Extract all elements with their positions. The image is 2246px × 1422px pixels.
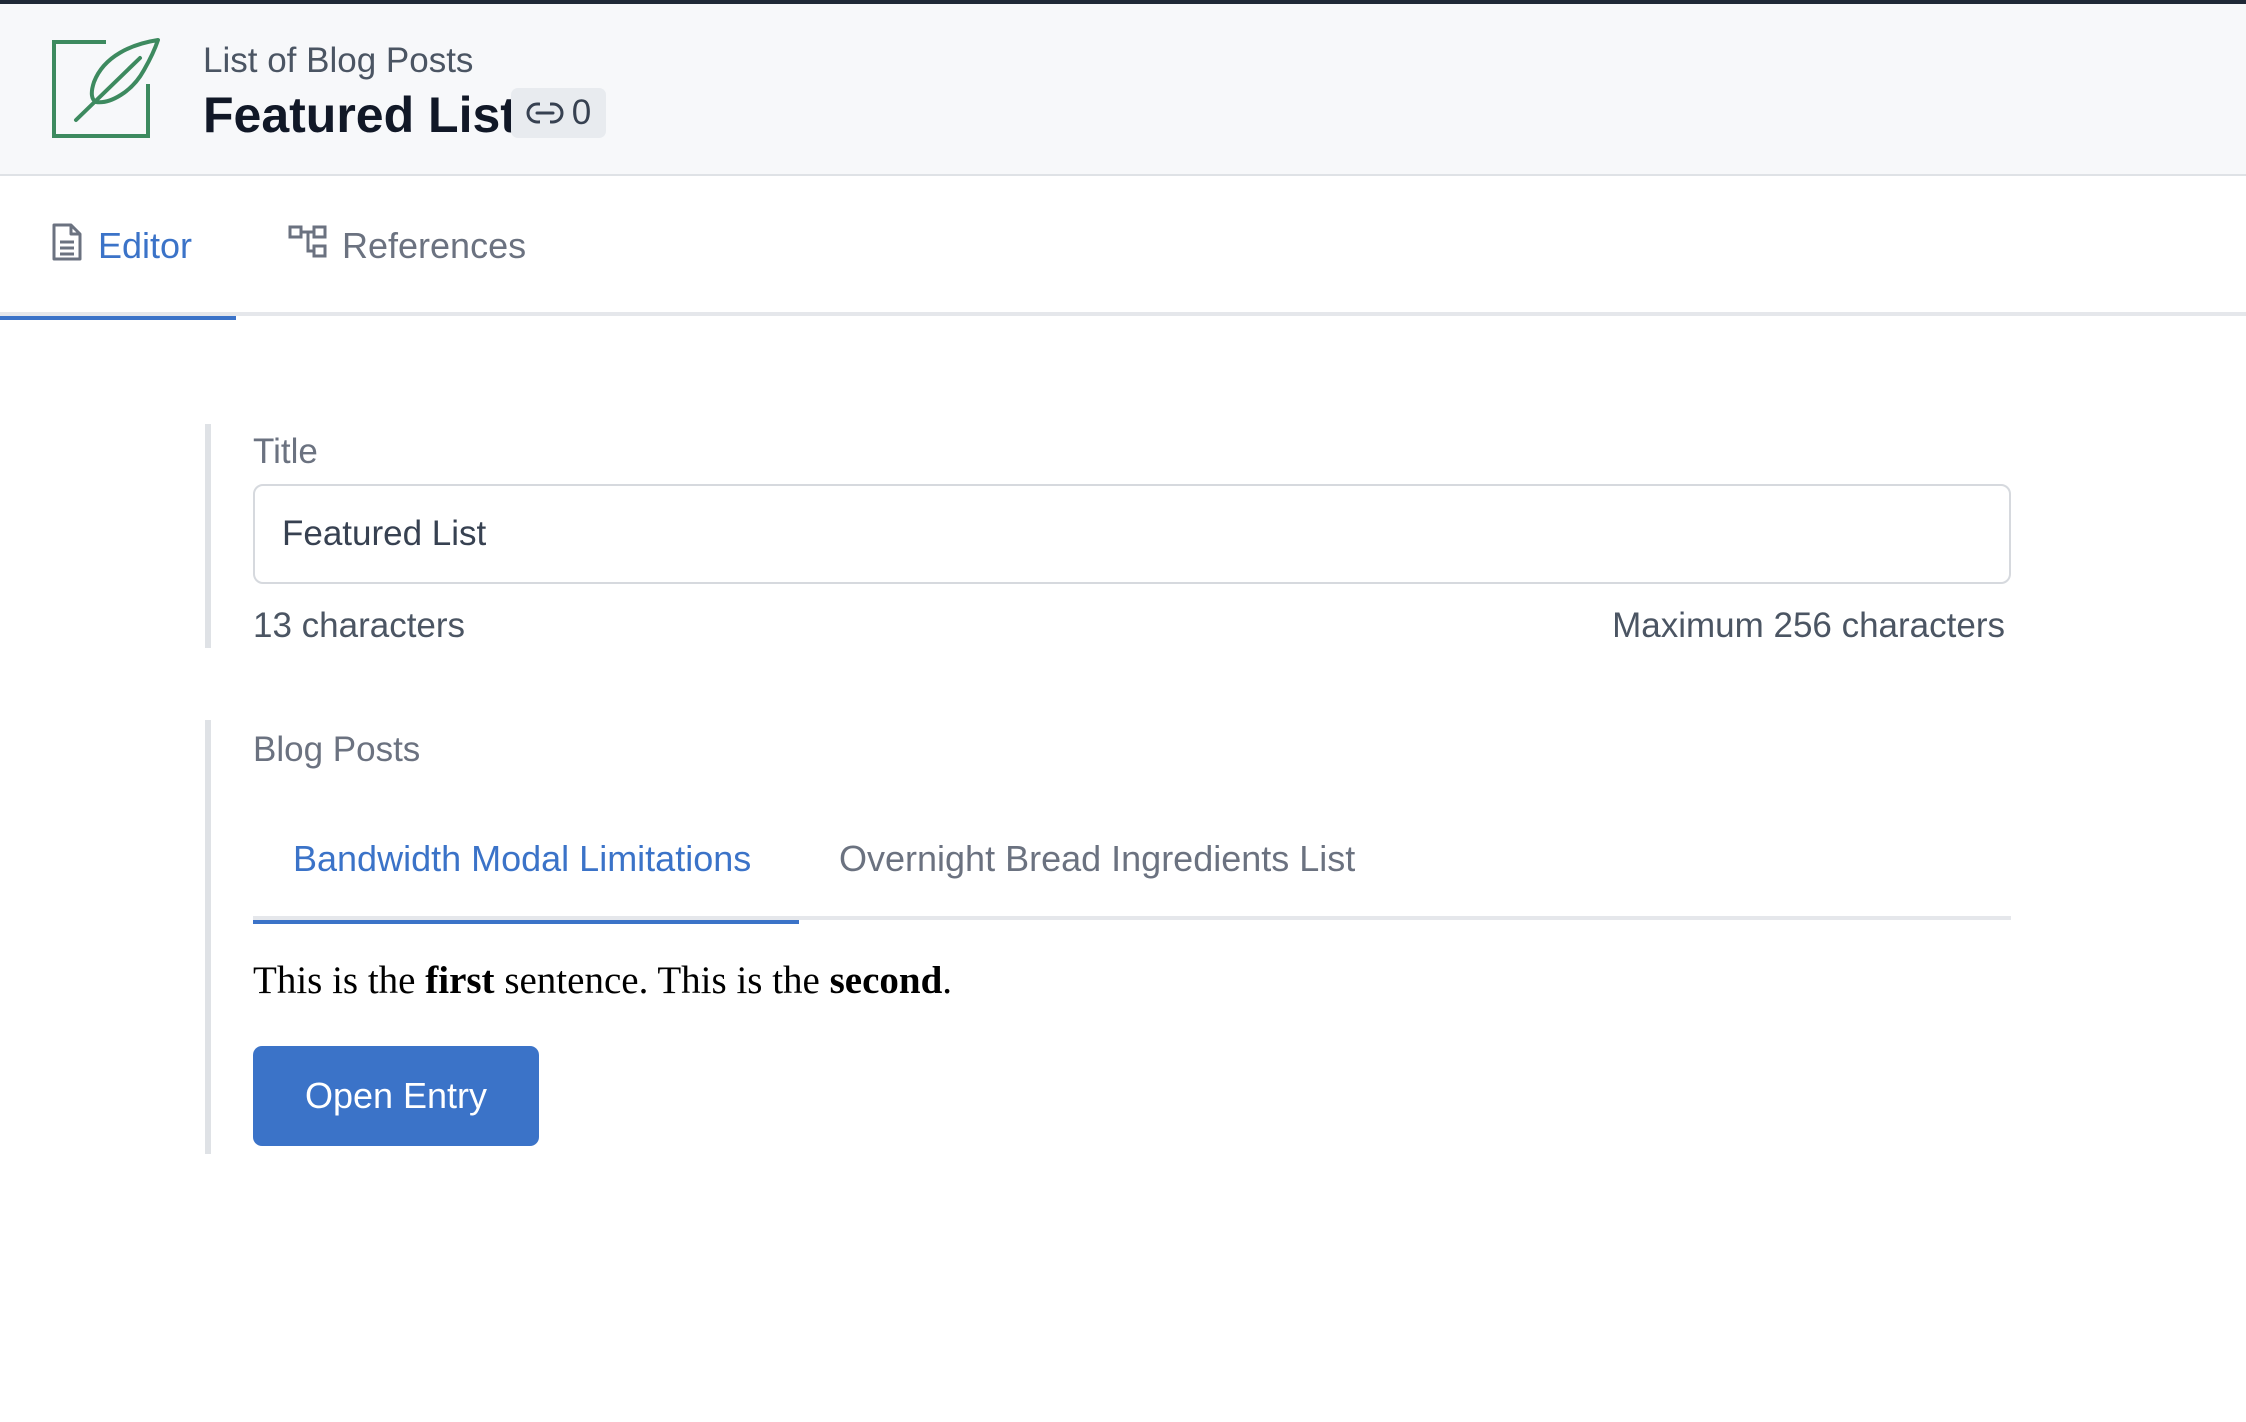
title-input[interactable]: Featured List [253,484,2011,584]
window-top-border [0,0,2246,4]
document-icon [50,222,84,271]
blog-posts-field-label: Blog Posts [253,730,421,769]
tab-references[interactable]: References [236,176,566,316]
title-field: Title Featured List 13 characters Maximu… [205,424,2011,648]
page-title: Featured List [203,87,517,143]
link-icon [526,102,564,124]
hierarchy-icon [288,224,328,269]
tab-references-label: References [342,225,527,266]
main-tabs: Editor References [0,176,2246,320]
tab-editor-label: Editor [98,225,193,266]
tab-editor[interactable]: Editor [0,176,236,320]
tab-bandwidth-modal-limitations[interactable]: Bandwidth Modal Limitations [253,798,799,924]
feather-icon [48,36,160,140]
title-char-count: 13 characters [253,606,466,645]
blog-posts-tabs: Bandwidth Modal Limitations Overnight Br… [253,798,2011,924]
content-type-label: List of Blog Posts [203,41,474,80]
blog-posts-field: Blog Posts Bandwidth Modal Limitations O… [205,720,2011,1154]
entry-header: List of Blog Posts Featured List 0 [0,0,2246,176]
open-entry-button[interactable]: Open Entry [253,1046,539,1146]
entry-preview-text: This is the first sentence. This is the … [253,959,953,1002]
tab-overnight-bread-ingredients-list[interactable]: Overnight Bread Ingredients List [799,798,1399,920]
title-field-label: Title [253,432,318,471]
reference-count: 0 [571,93,592,132]
title-max-chars: Maximum 256 characters [1612,606,2005,645]
reference-count-badge[interactable]: 0 [511,88,606,138]
